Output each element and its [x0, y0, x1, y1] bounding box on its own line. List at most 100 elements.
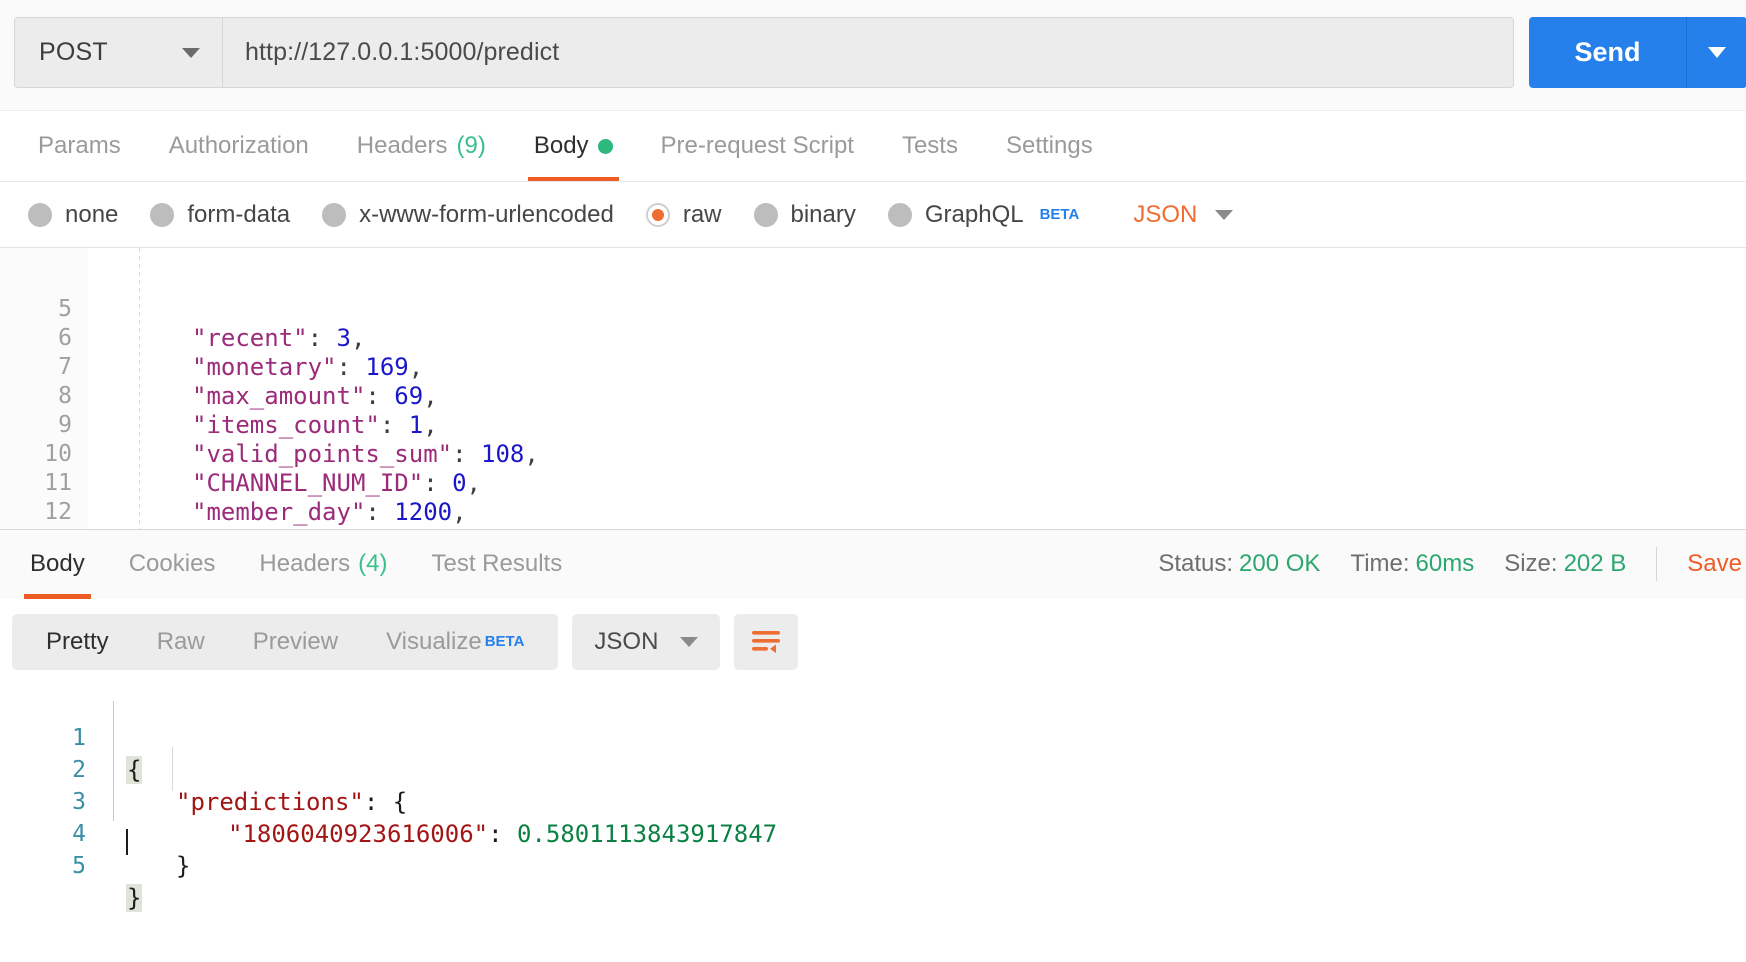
- save-response-button[interactable]: Save: [1687, 550, 1746, 578]
- code-brace: }: [176, 852, 191, 880]
- response-format-select[interactable]: JSON: [572, 614, 721, 670]
- response-meta: Status: 200 OK Time: 60ms Size: 202 B Save: [1158, 529, 1746, 599]
- tab-label: Params: [38, 132, 121, 159]
- tab-label: Headers: [259, 550, 351, 577]
- status-label: Status:: [1158, 550, 1234, 577]
- code-line: 12 "VIP_TYPE_NUM_ID": 1,: [0, 469, 1746, 529]
- request-tabs: Params Authorization Headers (9) Body Pr…: [0, 110, 1746, 182]
- body-type-urlencoded[interactable]: x-www-form-urlencoded: [322, 201, 614, 229]
- radio-icon-selected: [645, 202, 670, 227]
- tab-label: Headers: [356, 132, 448, 159]
- radio-icon: [28, 202, 52, 227]
- response-format-label: JSON: [594, 628, 659, 655]
- view-mode-label: Preview: [252, 628, 339, 655]
- body-type-raw[interactable]: raw: [645, 200, 722, 229]
- tab-body[interactable]: Body: [510, 111, 637, 182]
- tab-params[interactable]: Params: [14, 111, 145, 182]
- chevron-down-icon: [1708, 47, 1726, 58]
- line-number: 5: [72, 853, 86, 879]
- line-content: }: [176, 850, 190, 882]
- body-type-form-data[interactable]: form-data: [150, 201, 290, 229]
- code-line: 5 "recent": 3,: [0, 266, 1746, 352]
- body-type-label: none: [65, 200, 119, 228]
- view-mode-visualize[interactable]: Visualize BETA: [362, 614, 548, 670]
- code-line: 8 "items_count": 1,: [0, 353, 1746, 439]
- response-tab-test-results[interactable]: Test Results: [409, 529, 584, 599]
- tab-count: (9): [456, 132, 486, 159]
- text-cursor: [126, 829, 128, 855]
- code-line: 7 "max_amount": 69,: [0, 324, 1746, 410]
- chevron-down-icon: [182, 47, 200, 58]
- response-tab-body[interactable]: Body: [8, 529, 107, 599]
- tab-count: (4): [358, 550, 388, 577]
- send-options-button[interactable]: [1687, 17, 1746, 88]
- tab-label: Settings: [1005, 132, 1093, 159]
- view-mode-label: Raw: [156, 628, 205, 655]
- body-type-none[interactable]: none: [28, 201, 118, 229]
- code-line: 10 "CHANNEL_NUM_ID": 0,: [0, 411, 1746, 497]
- view-mode-pretty[interactable]: Pretty: [22, 614, 133, 670]
- body-type-label: form-data: [187, 200, 291, 228]
- body-type-label: raw: [682, 200, 722, 228]
- size-label: Size:: [1504, 550, 1558, 577]
- url-input[interactable]: http://127.0.0.1:5000/predict: [223, 18, 1513, 87]
- code-line: 4 }: [0, 786, 1746, 880]
- view-mode-raw[interactable]: Raw: [133, 614, 229, 670]
- response-tab-headers[interactable]: Headers (4): [237, 529, 409, 599]
- response-tabs: Body Cookies Headers (4) Test Results: [0, 529, 900, 599]
- body-type-label: GraphQL: [924, 200, 1024, 228]
- wrap-lines-button[interactable]: [734, 614, 799, 670]
- size-value: 202 B: [1563, 550, 1627, 577]
- code-line: 5 }: [0, 818, 1746, 912]
- tab-label: Body: [30, 550, 85, 577]
- tab-authorization[interactable]: Authorization: [145, 111, 333, 182]
- chevron-down-icon: [680, 637, 699, 647]
- body-type-label: x-www-form-urlencoded: [359, 200, 614, 228]
- response-tab-cookies[interactable]: Cookies: [107, 529, 238, 599]
- tab-tests[interactable]: Tests: [878, 111, 982, 182]
- request-code: 5 "recent": 3, 6 "monetary": 169, 7 "max…: [0, 248, 1746, 529]
- tab-pre-request-script[interactable]: Pre-request Script: [637, 111, 878, 182]
- body-type-row: none form-data x-www-form-urlencoded raw…: [0, 181, 1746, 247]
- radio-icon: [322, 202, 347, 227]
- beta-badge: BETA: [484, 633, 525, 650]
- raw-format-select[interactable]: JSON: [1133, 200, 1234, 229]
- url-value: http://127.0.0.1:5000/predict: [245, 38, 560, 66]
- beta-badge: BETA: [1039, 206, 1080, 223]
- raw-format-label: JSON: [1133, 200, 1198, 228]
- code-line: 6 "monetary": 169,: [0, 295, 1746, 381]
- code-brace: }: [126, 884, 143, 912]
- radio-icon: [150, 202, 175, 227]
- http-method-select[interactable]: POST: [15, 18, 223, 87]
- tab-label: Test Results: [431, 550, 563, 577]
- tab-settings[interactable]: Settings: [982, 111, 1117, 182]
- wrap-lines-icon: [752, 631, 781, 654]
- postman-window: POST http://127.0.0.1:5000/predict Send …: [0, 0, 1746, 962]
- view-mode-preview[interactable]: Preview: [229, 614, 362, 670]
- divider: [1656, 547, 1658, 581]
- time-badge: Time: 60ms: [1350, 550, 1474, 578]
- body-type-binary[interactable]: binary: [753, 200, 856, 229]
- view-mode-label: Visualize: [386, 628, 482, 655]
- response-body-viewer[interactable]: 1 { 2 "predictions": { 3 "18060409236160…: [0, 685, 1746, 962]
- radio-icon: [887, 202, 912, 227]
- send-button[interactable]: Send: [1529, 17, 1746, 88]
- chevron-down-icon: [1215, 209, 1234, 220]
- tab-label: Authorization: [168, 132, 309, 159]
- code-line: 2 "predictions": {: [0, 722, 1746, 816]
- time-value: 60ms: [1415, 550, 1475, 577]
- response-code: 1 { 2 "predictions": { 3 "18060409236160…: [0, 690, 1746, 912]
- tab-label: Pre-request Script: [660, 132, 854, 159]
- body-present-dot-icon: [597, 138, 613, 154]
- code-line: 11 "member_day": 1200,: [0, 440, 1746, 526]
- response-view-toolbar: Pretty Raw Preview Visualize BETA JSON: [0, 599, 1746, 685]
- code-line: 13 "frequence": 1,: [0, 498, 1746, 529]
- body-type-graphql[interactable]: GraphQL BETA: [887, 200, 1080, 229]
- time-label: Time:: [1350, 550, 1410, 577]
- code-line: 9 "valid_points_sum": 108,: [0, 382, 1746, 468]
- request-body-editor[interactable]: 5 "recent": 3, 6 "monetary": 169, 7 "max…: [0, 247, 1746, 529]
- status-badge: Status: 200 OK: [1158, 550, 1320, 578]
- body-type-label: binary: [790, 200, 856, 228]
- tab-headers[interactable]: Headers (9): [333, 111, 510, 182]
- view-mode-label: Pretty: [46, 628, 109, 655]
